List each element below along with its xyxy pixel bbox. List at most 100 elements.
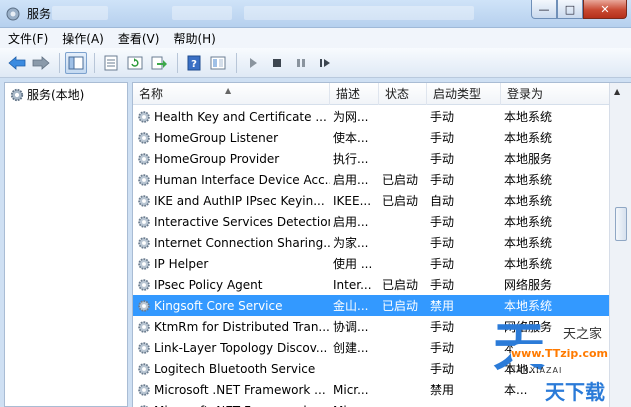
help-icon[interactable]: ?: [183, 52, 205, 74]
service-name: Health Key and Certificate ...: [154, 109, 327, 124]
show-hide-tree-icon[interactable]: [65, 51, 87, 74]
column-header-startup-type[interactable]: 启动类型: [427, 83, 501, 105]
toolbar-separator: [94, 52, 95, 73]
column-header-status[interactable]: 状态: [379, 83, 427, 105]
minimize-button[interactable]: —: [531, 0, 557, 19]
cell-logon-as: 本地系统: [504, 173, 553, 187]
gear-icon: [138, 341, 150, 354]
gear-icon: [138, 215, 150, 228]
gear-icon: [138, 320, 150, 333]
cell-logon-as: 本地系统: [504, 257, 553, 271]
services-list: ▲ 名称 描述 状态 启动类型 登录为 Health Key and Certi…: [132, 82, 631, 407]
cell-name: Internet Connection Sharing...: [133, 236, 330, 250]
column-header-name[interactable]: ▲ 名称: [133, 83, 330, 105]
cell-startup-type: 手动: [430, 320, 455, 334]
cell-description: 为网...: [333, 110, 369, 124]
cell-name: HomeGroup Provider: [133, 152, 330, 166]
table-row[interactable]: Internet Connection Sharing... 为家... 手动 本地系…: [133, 232, 609, 253]
table-row[interactable]: Microsoft .NET Framework ... Micr... 禁用 本..…: [133, 379, 609, 400]
restart-icon[interactable]: [314, 52, 336, 74]
cell-description: 执行...: [333, 152, 369, 166]
cell-status: 已启动: [382, 278, 419, 292]
start-icon[interactable]: [242, 52, 264, 74]
table-row[interactable]: Human Interface Device Acc... 启用... 已启动 手动 本…: [133, 169, 609, 190]
table-row[interactable]: Microsoft .NET Framework ... Micr...: [133, 400, 609, 407]
table-row[interactable]: KtmRm for Distributed Tran... 协调... 手动 网络服务: [133, 316, 609, 337]
pause-icon[interactable]: [290, 52, 312, 74]
cell-logon-as: 本地...: [504, 362, 540, 376]
maximize-button[interactable]: □: [557, 0, 583, 19]
menu-action[interactable]: 操作(A): [62, 30, 104, 47]
properties-icon[interactable]: [100, 52, 122, 74]
sort-ascending-icon: ▲: [225, 86, 232, 95]
table-row[interactable]: Interactive Services Detection 启用... 手动 本地系…: [133, 211, 609, 232]
window-title: 服务: [27, 7, 52, 21]
cell-name: Kingsoft Core Service: [133, 299, 330, 313]
cell-logon-as: 本地服务: [504, 152, 553, 166]
toolbar-separator: [59, 52, 60, 73]
menu-view[interactable]: 查看(V): [118, 30, 160, 47]
cell-name: KtmRm for Distributed Tran...: [133, 320, 330, 334]
service-name: Microsoft .NET Framework ...: [154, 404, 326, 407]
table-row[interactable]: IP Helper 使用 ... 手动 本地系统: [133, 253, 609, 274]
cell-name: Interactive Services Detection: [133, 215, 330, 229]
cell-logon-as: 网络服务: [504, 320, 553, 334]
cell-logon-as: 本地系统: [504, 194, 553, 208]
cell-logon-as: 本地系统: [504, 299, 553, 313]
refresh-icon[interactable]: [124, 52, 146, 74]
cell-description: 使本...: [333, 131, 369, 145]
table-row[interactable]: HomeGroup Listener 使本... 手动 本地系统: [133, 127, 609, 148]
gear-icon: [138, 236, 150, 249]
cell-name: Link-Layer Topology Discov...: [133, 341, 330, 355]
table-row[interactable]: HomeGroup Provider 执行... 手动 本地服务: [133, 148, 609, 169]
gear-icon: [138, 173, 150, 186]
cell-status: 已启动: [382, 194, 419, 208]
menu-help[interactable]: 帮助(H): [173, 30, 215, 47]
column-header-description[interactable]: 描述: [330, 83, 379, 105]
cell-startup-type: 禁用: [430, 299, 455, 313]
table-row[interactable]: IPsec Policy Agent Inter... 已启动 手动 网络服务: [133, 274, 609, 295]
cell-startup-type: 手动: [430, 278, 455, 292]
cell-name: Microsoft .NET Framework ...: [133, 383, 330, 397]
cell-name: HomeGroup Listener: [133, 131, 330, 145]
console-view-icon[interactable]: [207, 52, 229, 74]
scrollbar-thumb[interactable]: [615, 207, 627, 241]
table-row-selected[interactable]: Kingsoft Core Service 金山... 已启动 禁用 本地系统: [133, 295, 609, 316]
window-controls: — □ ✕: [531, 0, 627, 20]
stop-icon[interactable]: [266, 52, 288, 74]
cell-description: Micr...: [333, 382, 369, 397]
gear-icon: [138, 278, 150, 291]
table-row[interactable]: Link-Layer Topology Discov... 创建... 手动 本地..…: [133, 337, 609, 358]
cell-logon-as: 本...: [504, 383, 528, 397]
title-blur: [52, 6, 108, 20]
table-row[interactable]: Health Key and Certificate ... 为网... 手动 本地系…: [133, 106, 609, 127]
close-button[interactable]: ✕: [583, 0, 627, 19]
rows-container: Health Key and Certificate ... 为网... 手动 本地系…: [133, 106, 609, 407]
cell-description: 协调...: [333, 320, 369, 334]
table-row[interactable]: Logitech Bluetooth Service 手动 本地...: [133, 358, 609, 379]
service-name: IKE and AuthIP IPsec Keyin...: [154, 193, 325, 208]
export-icon[interactable]: [148, 52, 170, 74]
cell-startup-type: 手动: [430, 257, 455, 271]
service-name: HomeGroup Listener: [154, 130, 279, 145]
cell-startup-type: 手动: [430, 341, 455, 355]
cell-description: 启用...: [333, 173, 369, 187]
forward-icon[interactable]: [30, 52, 52, 74]
back-icon[interactable]: [6, 52, 28, 74]
vertical-scrollbar[interactable]: ▲: [609, 83, 631, 407]
table-row[interactable]: IKE and AuthIP IPsec Keyin... IKEE... 已启动自…: [133, 190, 609, 211]
cell-startup-type: 手动: [430, 362, 455, 376]
gear-icon: [138, 194, 150, 207]
menu-file[interactable]: 文件(F): [8, 30, 48, 47]
cell-name: Health Key and Certificate ...: [133, 110, 330, 124]
svg-text:?: ?: [191, 59, 197, 70]
column-header-logon-as[interactable]: 登录为: [501, 83, 609, 105]
menu-bar: 文件(F) 操作(A) 查看(V) 帮助(H): [0, 28, 631, 48]
cell-status: 已启动: [382, 299, 419, 313]
cell-startup-type: 手动: [430, 236, 455, 250]
service-name: Internet Connection Sharing...: [154, 235, 330, 250]
cell-description: 启用...: [333, 215, 369, 229]
scroll-up-icon[interactable]: ▲: [614, 87, 620, 96]
tree-item-services-local[interactable]: 服务(本地): [10, 86, 84, 103]
toolbar: ?: [0, 48, 631, 78]
